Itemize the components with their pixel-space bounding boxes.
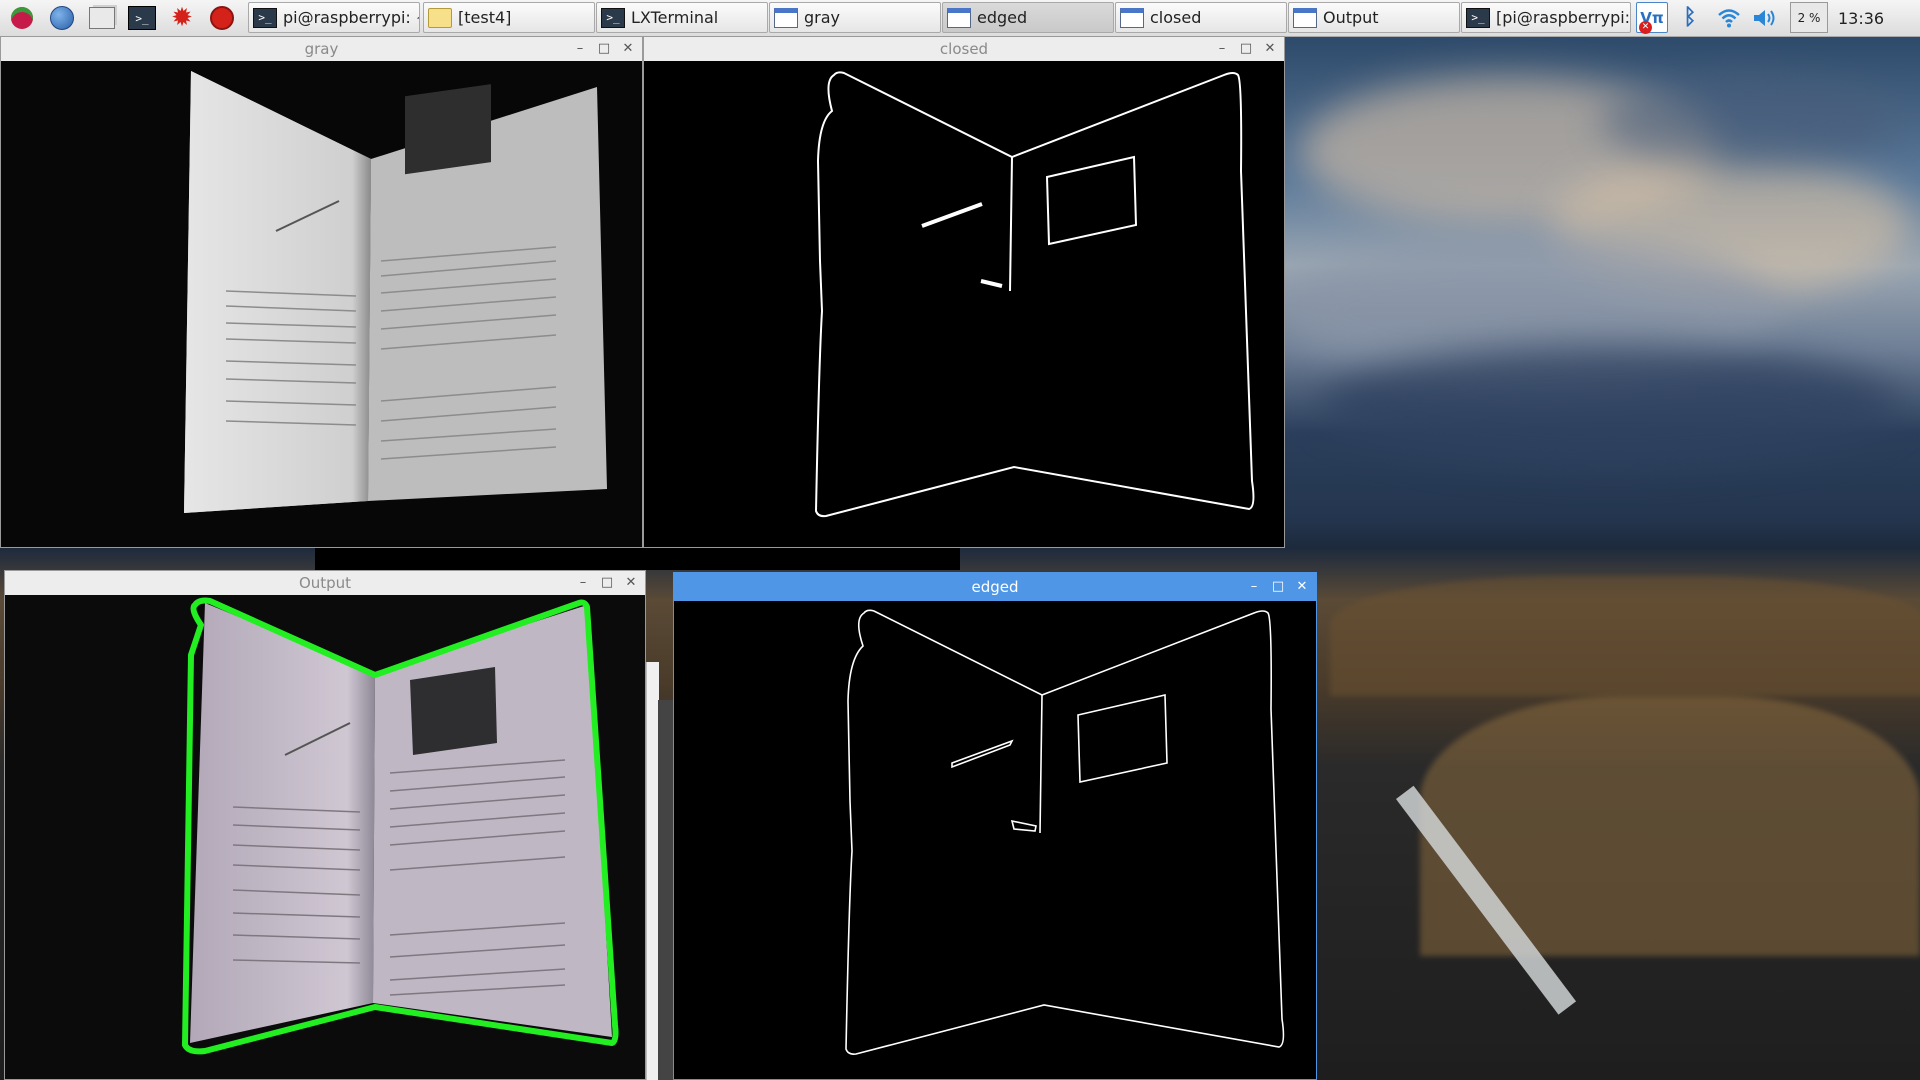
terminal-icon: >_ bbox=[1466, 7, 1490, 28]
task-label: Output bbox=[1323, 8, 1379, 27]
window-icon bbox=[1293, 7, 1317, 28]
task-label: [pi@raspberrypi: ... bbox=[1496, 8, 1631, 27]
window-icon bbox=[774, 7, 798, 28]
task-label: gray bbox=[804, 8, 841, 27]
terminal-icon: >_ bbox=[601, 7, 625, 28]
taskbar: >_ ✹ >_ pi@raspberrypi: ~ [test4] >_ LXT… bbox=[0, 0, 1920, 37]
output-image bbox=[5, 595, 645, 1079]
terminal-icon[interactable]: >_ bbox=[128, 4, 156, 32]
window-title: gray bbox=[1, 37, 642, 61]
maximize-button[interactable]: □ bbox=[1234, 37, 1258, 61]
web-browser-icon[interactable] bbox=[48, 4, 76, 32]
background-window-strip bbox=[315, 548, 960, 570]
bluetooth-icon[interactable]: ᛒ bbox=[1676, 2, 1704, 33]
close-button[interactable]: ✕ bbox=[1258, 37, 1282, 61]
close-button[interactable]: ✕ bbox=[616, 37, 640, 61]
task-closed[interactable]: closed bbox=[1115, 2, 1287, 33]
cpu-monitor: 2 % bbox=[1790, 2, 1828, 33]
minimize-button[interactable]: – bbox=[1210, 37, 1234, 61]
window-icon bbox=[947, 7, 971, 28]
task-output[interactable]: Output bbox=[1288, 2, 1460, 33]
task-edged[interactable]: edged bbox=[942, 2, 1114, 33]
gray-image bbox=[1, 61, 642, 547]
window-closed[interactable]: closed – □ ✕ bbox=[643, 36, 1285, 548]
task-terminal-home[interactable]: >_ pi@raspberrypi: ~ bbox=[248, 2, 420, 33]
minimize-button[interactable]: – bbox=[571, 571, 595, 595]
vnc-server-icon[interactable]: Vπ ✕ bbox=[1636, 2, 1668, 34]
background-window-edge bbox=[658, 700, 674, 1080]
maximize-button[interactable]: □ bbox=[592, 37, 616, 61]
close-button[interactable]: ✕ bbox=[1290, 573, 1314, 601]
mathematica-icon[interactable]: ✹ bbox=[168, 3, 196, 33]
wifi-icon[interactable] bbox=[1714, 2, 1744, 33]
window-edged[interactable]: edged – □ ✕ bbox=[673, 572, 1317, 1080]
task-terminal-2[interactable]: >_ [pi@raspberrypi: ... bbox=[1461, 2, 1631, 33]
closed-image bbox=[644, 61, 1284, 547]
close-button[interactable]: ✕ bbox=[619, 571, 643, 595]
cpu-usage-label: 2 % bbox=[1797, 10, 1821, 25]
window-title: Output bbox=[5, 571, 645, 595]
task-gray[interactable]: gray bbox=[769, 2, 941, 33]
window-title: closed bbox=[644, 37, 1284, 61]
maximize-button[interactable]: □ bbox=[1266, 573, 1290, 601]
task-lxterminal[interactable]: >_ LXTerminal bbox=[596, 2, 768, 33]
folder-icon bbox=[428, 7, 452, 28]
disconnected-badge-icon: ✕ bbox=[1639, 21, 1652, 34]
edged-image bbox=[674, 601, 1316, 1079]
raspberry-menu-icon[interactable] bbox=[8, 4, 36, 32]
terminal-icon: >_ bbox=[253, 7, 277, 28]
window-title: edged bbox=[674, 573, 1316, 601]
window-output[interactable]: Output – □ ✕ bbox=[4, 570, 646, 1080]
minimize-button[interactable]: – bbox=[1242, 573, 1266, 601]
task-file-manager-test4[interactable]: [test4] bbox=[423, 2, 595, 33]
task-label: LXTerminal bbox=[631, 8, 719, 27]
task-label: [test4] bbox=[458, 8, 512, 27]
task-label: closed bbox=[1150, 8, 1202, 27]
clock: 13:36 bbox=[1838, 8, 1885, 28]
minimize-button[interactable]: – bbox=[568, 37, 592, 61]
task-label: edged bbox=[977, 8, 1028, 27]
window-icon bbox=[1120, 7, 1144, 28]
wolfram-icon[interactable] bbox=[208, 4, 236, 32]
task-label: pi@raspberrypi: ~ bbox=[283, 8, 420, 27]
volume-icon[interactable] bbox=[1750, 2, 1782, 33]
window-gray[interactable]: gray – □ ✕ bbox=[0, 36, 643, 548]
maximize-button[interactable]: □ bbox=[595, 571, 619, 595]
file-manager-icon[interactable] bbox=[88, 4, 116, 32]
